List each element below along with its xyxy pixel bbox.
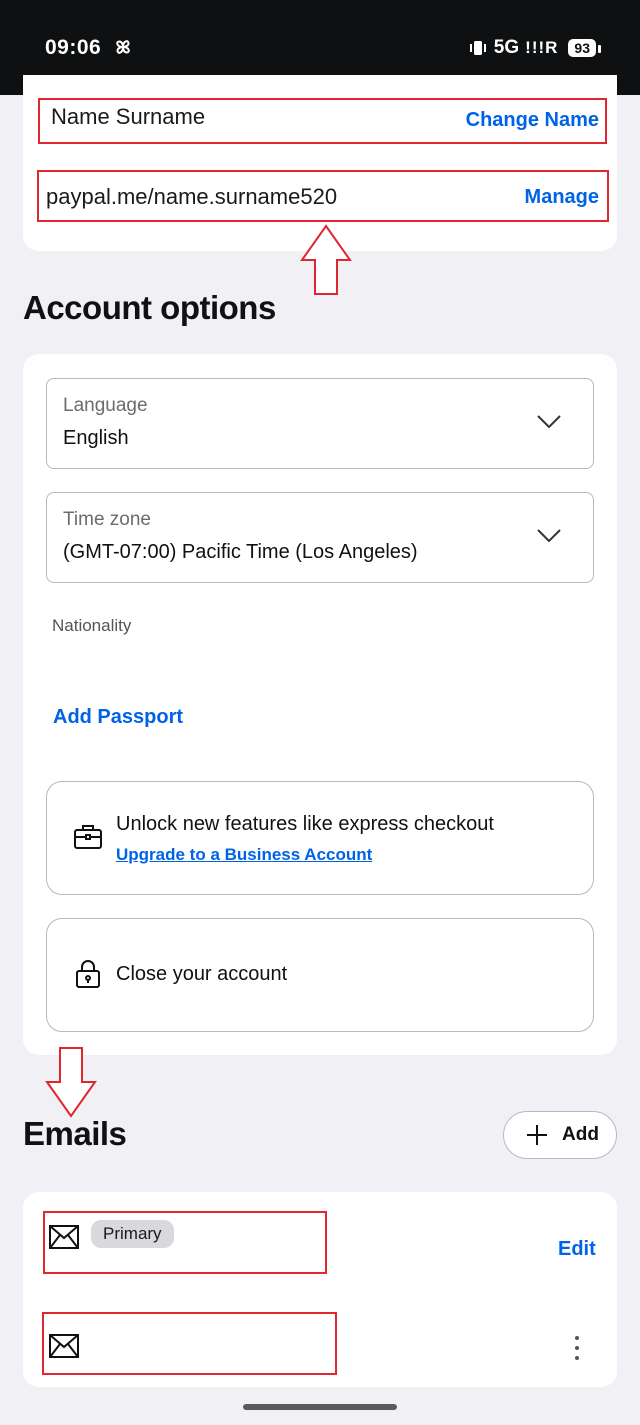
up-arrow-annotation — [300, 224, 352, 295]
home-indicator[interactable] — [243, 1404, 397, 1410]
highlight-box-paypal-me — [37, 170, 609, 222]
account-options-card: Language English Time zone (GMT-07:00) P… — [23, 354, 617, 1055]
briefcase-icon — [74, 825, 102, 849]
status-icons: 5G !!!R 93 — [468, 36, 601, 60]
language-label: Language — [63, 395, 148, 416]
plus-icon — [527, 1125, 547, 1145]
pinwheel-icon — [116, 40, 130, 54]
battery-level: 93 — [568, 39, 601, 57]
highlight-box-primary-email — [43, 1211, 327, 1274]
upgrade-business-link[interactable]: Upgrade to a Business Account — [116, 845, 372, 865]
lock-icon — [76, 960, 100, 988]
close-account-option[interactable]: Close your account — [46, 918, 594, 1032]
timezone-label: Time zone — [63, 509, 151, 530]
language-select[interactable]: Language English — [46, 378, 594, 469]
add-email-button[interactable]: Add — [503, 1111, 617, 1159]
vibrate-icon — [469, 41, 486, 55]
chevron-down-icon — [537, 415, 561, 429]
status-time: 09:06 — [45, 36, 102, 59]
add-passport-link[interactable]: Add Passport — [53, 706, 183, 729]
down-arrow-annotation — [45, 1047, 97, 1118]
emails-title: Emails — [23, 1115, 127, 1152]
signal-indicator: !!!R — [525, 38, 559, 57]
nationality-label: Nationality — [52, 616, 132, 635]
timezone-value: (GMT-07:00) Pacific Time (Los Angeles) — [63, 541, 418, 563]
network-type: 5G — [493, 37, 520, 58]
account-options-title: Account options — [23, 289, 276, 326]
upgrade-business-option[interactable]: Unlock new features like express checkou… — [46, 781, 594, 895]
upgrade-text: Unlock new features like express checkou… — [116, 813, 494, 835]
kebab-menu-icon[interactable] — [573, 1334, 581, 1362]
timezone-select[interactable]: Time zone (GMT-07:00) Pacific Time (Los … — [46, 492, 594, 583]
add-email-label: Add — [562, 1124, 599, 1145]
chevron-down-icon — [537, 529, 561, 543]
highlight-box-name — [38, 98, 607, 144]
edit-email-link[interactable]: Edit — [558, 1238, 596, 1261]
highlight-box-secondary-email — [42, 1312, 337, 1375]
language-value: English — [63, 427, 129, 449]
close-account-label: Close your account — [116, 963, 288, 985]
